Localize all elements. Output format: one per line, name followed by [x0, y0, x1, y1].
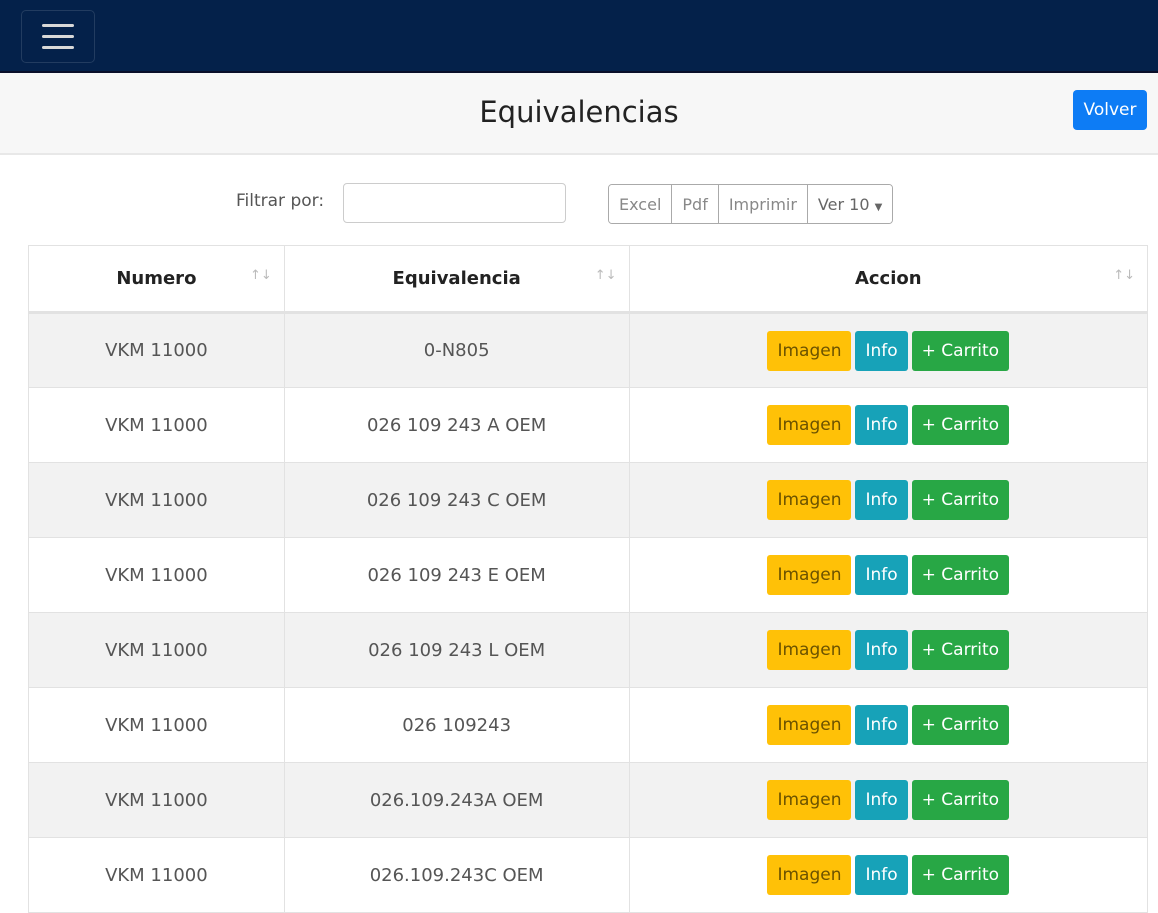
- table-row: VKM 11000 026 109 243 L OEM Imagen Info + …: [28, 612, 1149, 688]
- cell-numero: VKM 11000: [28, 762, 285, 838]
- cell-equivalencia: 026 109 243 E OEM: [283, 537, 630, 613]
- export-button-group: Excel Pdf Imprimir Ver 10 ▼: [608, 184, 894, 224]
- column-header-accion[interactable]: Accion ↑↓: [628, 245, 1149, 314]
- info-button[interactable]: Info: [855, 555, 908, 595]
- hamburger-icon: [42, 24, 74, 27]
- add-to-cart-button[interactable]: + Carrito: [911, 555, 1010, 595]
- add-to-cart-button[interactable]: + Carrito: [911, 855, 1010, 895]
- add-to-cart-button[interactable]: + Carrito: [911, 630, 1010, 670]
- filter-bar: Filtrar por: Excel Pdf Imprimir Ver 10 ▼: [0, 155, 1158, 243]
- cell-accion: Imagen Info + Carrito: [628, 387, 1149, 463]
- column-label: Numero: [116, 268, 197, 289]
- cell-numero: VKM 11000: [28, 837, 285, 913]
- info-button[interactable]: Info: [855, 405, 908, 445]
- back-button[interactable]: Volver: [1073, 90, 1147, 130]
- sort-icon[interactable]: ↑↓: [1113, 268, 1135, 283]
- imagen-button[interactable]: Imagen: [767, 330, 852, 371]
- filter-label: Filtrar por:: [236, 191, 325, 211]
- cell-accion: Imagen Info + Carrito: [628, 762, 1149, 838]
- table-row: VKM 11000 026 109 243 E OEM Imagen Info + …: [28, 537, 1149, 613]
- cell-equivalencia: 026 109 243 A OEM: [283, 387, 630, 463]
- page-size-dropdown[interactable]: Ver 10 ▼: [807, 185, 893, 223]
- filter-input[interactable]: [343, 183, 566, 223]
- column-label: Equivalencia: [392, 268, 521, 289]
- info-button[interactable]: Info: [855, 480, 908, 520]
- page-size-label: Ver 10: [817, 194, 870, 214]
- print-button[interactable]: Imprimir: [718, 185, 808, 223]
- table-row: VKM 11000 026 109243 Imagen Info + Carrito: [28, 687, 1149, 763]
- imagen-button[interactable]: Imagen: [767, 480, 852, 520]
- cell-accion: Imagen Info + Carrito: [628, 537, 1149, 613]
- cell-accion: Imagen Info + Carrito: [628, 687, 1149, 763]
- column-header-equivalencia[interactable]: Equivalencia ↑↓: [283, 245, 630, 314]
- cell-numero: VKM 11000: [28, 537, 285, 613]
- imagen-button[interactable]: Imagen: [767, 705, 852, 745]
- add-to-cart-button[interactable]: + Carrito: [911, 780, 1010, 820]
- sort-icon[interactable]: ↑↓: [250, 268, 272, 283]
- cell-equivalencia: 0-N805: [283, 312, 630, 388]
- table-row: VKM 11000 026 109 243 A OEM Imagen Info + …: [28, 387, 1149, 463]
- imagen-button[interactable]: Imagen: [767, 405, 852, 445]
- table-header-row: Numero ↑↓ Equivalencia ↑↓ Accion ↑↓: [28, 245, 1149, 314]
- hamburger-line: [42, 35, 74, 38]
- info-button[interactable]: Info: [855, 855, 908, 895]
- pdf-button[interactable]: Pdf: [672, 185, 719, 223]
- imagen-button[interactable]: Imagen: [767, 855, 852, 895]
- hamburger-menu-button[interactable]: [21, 10, 95, 63]
- info-button[interactable]: Info: [855, 630, 908, 670]
- page-header: Equivalencias Volver: [0, 73, 1158, 155]
- cell-equivalencia: 026.109.243C OEM: [283, 837, 630, 913]
- cell-accion: Imagen Info + Carrito: [628, 837, 1149, 913]
- column-header-numero[interactable]: Numero ↑↓: [28, 245, 285, 314]
- cell-equivalencia: 026 109 243 L OEM: [283, 612, 630, 688]
- table-row: VKM 11000 026.109.243A OEM Imagen Info + C…: [28, 762, 1149, 838]
- table-row: VKM 11000 0-N805 Imagen Info + Carrito: [28, 312, 1149, 388]
- cell-numero: VKM 11000: [28, 687, 285, 763]
- add-to-cart-button[interactable]: + Carrito: [911, 405, 1010, 445]
- top-navbar: [0, 0, 1158, 73]
- hamburger-line: [42, 46, 74, 49]
- cell-equivalencia: 026 109243: [283, 687, 630, 763]
- cell-accion: Imagen Info + Carrito: [628, 612, 1149, 688]
- imagen-button[interactable]: Imagen: [767, 555, 852, 595]
- table-row: VKM 11000 026 109 243 C OEM Imagen Info + …: [28, 462, 1149, 538]
- sort-icon[interactable]: ↑↓: [595, 268, 617, 283]
- cell-numero: VKM 11000: [28, 462, 285, 538]
- excel-button[interactable]: Excel: [609, 185, 673, 223]
- cell-accion: Imagen Info + Carrito: [628, 462, 1149, 538]
- cell-equivalencia: 026 109 243 C OEM: [283, 462, 630, 538]
- cell-numero: VKM 11000: [28, 612, 285, 688]
- add-to-cart-button[interactable]: + Carrito: [911, 330, 1010, 371]
- caret-down-icon: ▼: [874, 201, 883, 213]
- add-to-cart-button[interactable]: + Carrito: [911, 480, 1010, 520]
- info-button[interactable]: Info: [855, 780, 908, 820]
- imagen-button[interactable]: Imagen: [767, 630, 852, 670]
- column-label: Accion: [854, 268, 922, 289]
- cell-accion: Imagen Info + Carrito: [628, 312, 1149, 388]
- cell-numero: VKM 11000: [28, 312, 285, 388]
- imagen-button[interactable]: Imagen: [767, 780, 852, 820]
- add-to-cart-button[interactable]: + Carrito: [911, 705, 1010, 745]
- cell-numero: VKM 11000: [28, 387, 285, 463]
- equivalencias-table: Numero ↑↓ Equivalencia ↑↓ Accion ↑↓ VKM 110…: [28, 245, 1149, 913]
- cell-equivalencia: 026.109.243A OEM: [283, 762, 630, 838]
- table-row: VKM 11000 026.109.243C OEM Imagen Info + C…: [28, 837, 1149, 913]
- table-body: VKM 11000 0-N805 Imagen Info + Carrito VKM …: [28, 312, 1149, 913]
- page-title: Equivalencias: [479, 95, 679, 129]
- info-button[interactable]: Info: [855, 705, 908, 745]
- info-button[interactable]: Info: [855, 330, 908, 371]
